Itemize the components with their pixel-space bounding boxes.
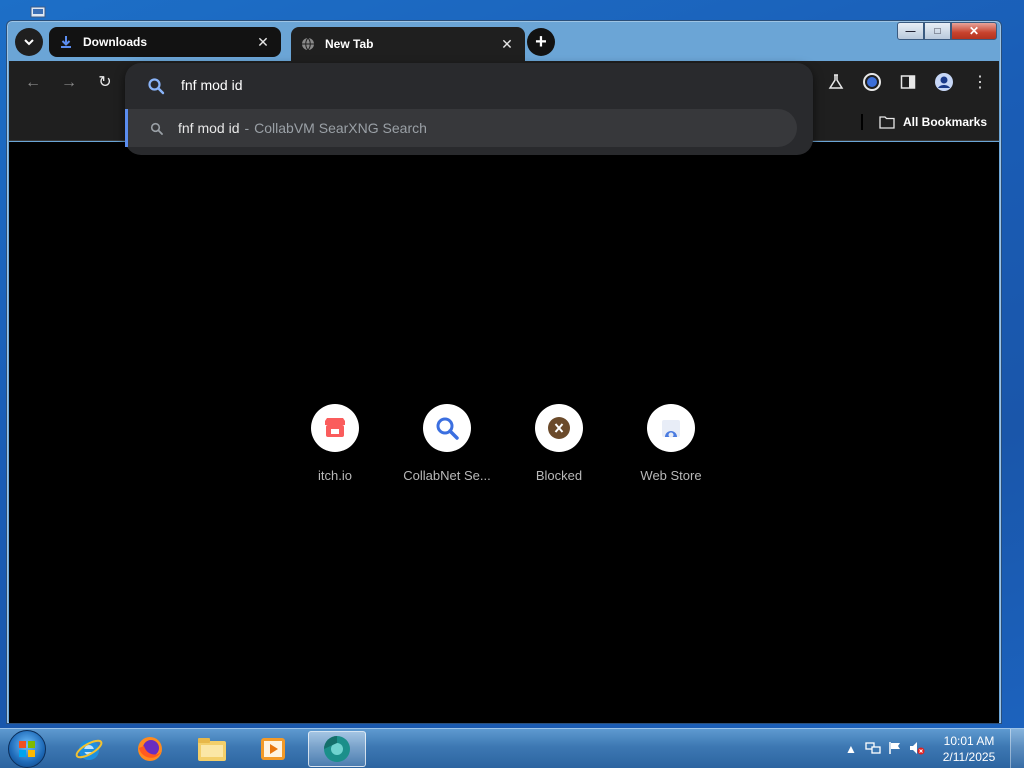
tab-title: Downloads bbox=[83, 35, 148, 49]
all-bookmarks-label: All Bookmarks bbox=[903, 115, 988, 129]
action-center-flag-icon[interactable] bbox=[884, 741, 906, 758]
flask-icon bbox=[828, 74, 844, 89]
shortcut-blocked[interactable]: Blocked bbox=[503, 404, 615, 483]
extension-button[interactable] bbox=[861, 71, 883, 93]
shortcut-tile bbox=[311, 404, 359, 452]
itchio-icon bbox=[325, 418, 345, 437]
firefox-icon bbox=[138, 737, 162, 761]
file-explorer-icon bbox=[198, 738, 226, 761]
volume-muted-icon[interactable] bbox=[906, 741, 928, 758]
search-icon bbox=[436, 417, 459, 440]
download-icon bbox=[61, 36, 71, 48]
taskbar-internet-explorer[interactable] bbox=[60, 731, 118, 767]
all-bookmarks-button[interactable]: All Bookmarks bbox=[879, 115, 987, 129]
blocked-x-icon bbox=[548, 417, 570, 439]
shortcut-tile bbox=[647, 404, 695, 452]
taskbar: ▲ 10:01 AM 2/11/2025 bbox=[0, 728, 1024, 768]
show-desktop-button[interactable] bbox=[1010, 729, 1024, 768]
arrow-left-icon: ← bbox=[25, 74, 41, 91]
shortcut-tile bbox=[535, 404, 583, 452]
shortcut-label: CollabNet Se... bbox=[403, 468, 491, 483]
close-tab-icon[interactable]: ✕ bbox=[499, 36, 515, 53]
side-panel-icon bbox=[900, 75, 916, 89]
menu-button[interactable]: ⋮ bbox=[969, 71, 991, 93]
windows-logo-icon bbox=[19, 741, 35, 757]
more-vert-icon: ⋮ bbox=[972, 74, 988, 91]
system-tray: ▲ 10:01 AM 2/11/2025 bbox=[840, 729, 1024, 768]
tab-new-tab[interactable]: New Tab ✕ bbox=[291, 27, 525, 61]
folder-icon bbox=[879, 116, 895, 129]
tab-title: New Tab bbox=[325, 37, 374, 51]
omnibox-input-row bbox=[125, 63, 813, 107]
extension-circle-icon bbox=[863, 73, 881, 91]
shortcut-label: Blocked bbox=[535, 468, 583, 483]
bookmarks-separator bbox=[861, 114, 863, 130]
chevron-down-icon bbox=[24, 39, 34, 46]
omnibox-suggestion[interactable]: fnf mod id - CollabVM SearXNG Search bbox=[125, 109, 797, 147]
shortcut-itchio[interactable]: itch.io bbox=[279, 404, 391, 483]
reload-button[interactable]: ↻ bbox=[95, 73, 115, 93]
arrow-right-icon: → bbox=[61, 74, 77, 91]
profile-button[interactable] bbox=[933, 71, 955, 93]
new-tab-button[interactable]: + bbox=[527, 28, 555, 56]
network-icon[interactable] bbox=[862, 741, 884, 758]
shortcut-collabnet-search[interactable]: CollabNet Se... bbox=[391, 404, 503, 483]
clock-date: 2/11/2025 bbox=[942, 750, 996, 764]
desktop-shortcut-icon[interactable] bbox=[30, 6, 46, 18]
back-button[interactable]: ← bbox=[23, 73, 43, 93]
new-tab-page: itch.io CollabNet Se... Blocked Web Stor… bbox=[9, 142, 999, 723]
suggestion-engine: CollabVM SearXNG Search bbox=[254, 120, 427, 136]
webstore-icon bbox=[662, 420, 680, 438]
clock-time: 10:01 AM bbox=[943, 734, 995, 748]
plus-icon: + bbox=[535, 30, 547, 53]
taskbar-media-player[interactable] bbox=[244, 731, 302, 767]
toolbar-actions: ⋮ bbox=[825, 71, 991, 93]
taskbar-file-explorer[interactable] bbox=[183, 731, 241, 767]
suggestion-separator: - bbox=[244, 120, 250, 136]
omnibox-input[interactable] bbox=[181, 75, 741, 95]
forward-button[interactable]: → bbox=[59, 73, 79, 93]
shortcut-label: Web Store bbox=[640, 468, 702, 483]
search-icon bbox=[150, 122, 163, 135]
omnibox-dropdown: fnf mod id - CollabVM SearXNG Search bbox=[125, 63, 813, 155]
show-hidden-icons-button[interactable]: ▲ bbox=[840, 742, 862, 756]
start-button[interactable] bbox=[8, 730, 46, 768]
suggestion-query: fnf mod id bbox=[178, 120, 240, 136]
tab-search-button[interactable] bbox=[15, 28, 43, 56]
side-panel-button[interactable] bbox=[897, 71, 919, 93]
tab-strip: Downloads ✕ New Tab ✕ + bbox=[9, 25, 999, 61]
internet-explorer-icon bbox=[75, 739, 103, 760]
media-player-icon bbox=[261, 738, 285, 760]
taskbar-firefox[interactable] bbox=[121, 731, 179, 767]
shortcut-web-store[interactable]: Web Store bbox=[615, 404, 727, 483]
shortcut-tile bbox=[423, 404, 471, 452]
globe-icon bbox=[302, 37, 314, 51]
browser-chrome: Downloads ✕ New Tab ✕ + ← → ↻ ⋮ All Book… bbox=[9, 25, 999, 723]
close-tab-icon[interactable]: ✕ bbox=[255, 34, 271, 51]
shortcut-label: itch.io bbox=[318, 468, 352, 483]
browser-window: — □ ✕ Downloads ✕ New Tab ✕ + ← → ↻ ⋮ Al… bbox=[6, 20, 1002, 724]
search-icon bbox=[148, 78, 165, 95]
chromium-icon bbox=[324, 736, 350, 762]
labs-button[interactable] bbox=[825, 71, 847, 93]
taskbar-chromium[interactable] bbox=[308, 731, 366, 767]
reload-icon: ↻ bbox=[98, 74, 112, 91]
taskbar-clock[interactable]: 10:01 AM 2/11/2025 bbox=[934, 733, 1004, 765]
account-icon bbox=[935, 73, 953, 91]
tab-downloads[interactable]: Downloads ✕ bbox=[49, 27, 281, 57]
